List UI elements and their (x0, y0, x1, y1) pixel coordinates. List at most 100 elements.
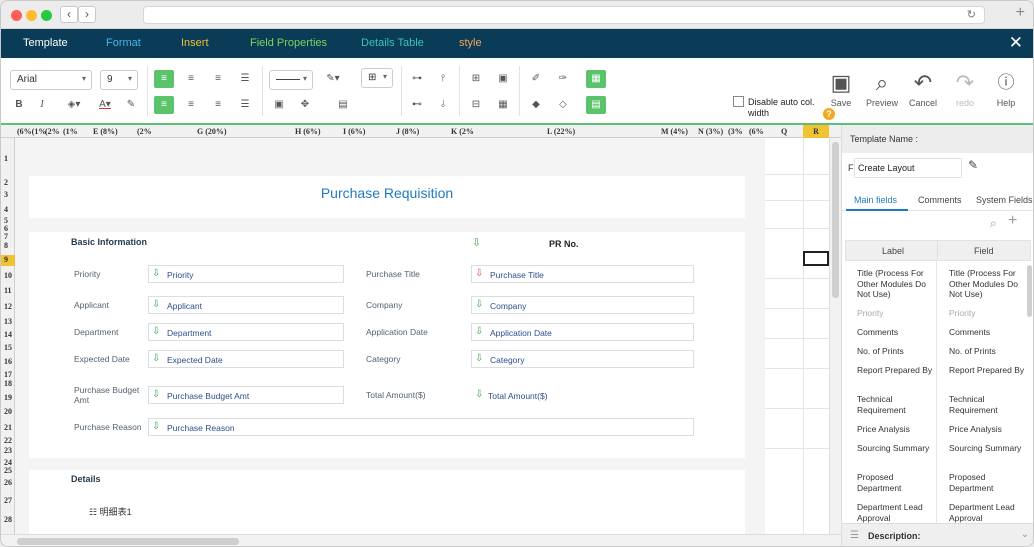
table-layout-button[interactable]: ▤ (586, 96, 606, 114)
address-bar[interactable]: ↻ (143, 6, 985, 24)
vertical-scrollbar[interactable] (829, 138, 841, 534)
close-window-button[interactable] (11, 10, 22, 21)
insert-row-icon[interactable]: ⊞ (466, 70, 486, 88)
italic-button[interactable]: I (32, 96, 52, 114)
application-date-field[interactable]: ⇩ Application Date (471, 323, 694, 341)
redo-button[interactable]: ↷ redo (945, 70, 985, 108)
tab-comments[interactable]: Comments (918, 195, 962, 205)
expected-date-field[interactable]: ⇩ Expected Date (148, 350, 344, 368)
form-canvas[interactable]: Purchase Requisition Basic Information ⇩… (15, 138, 829, 534)
row-number[interactable]: 20 (4, 407, 12, 416)
category-label[interactable]: Category (366, 354, 401, 364)
row-number[interactable]: 4 (4, 205, 8, 214)
tab-main-fields[interactable]: Main fields (854, 195, 897, 205)
layout-name-input[interactable]: Create Layout (854, 158, 962, 178)
preview-button[interactable]: ⌕ Preview (862, 70, 902, 108)
row-number[interactable]: 3 (4, 190, 8, 199)
bold-button[interactable]: B (9, 96, 29, 114)
row-number[interactable]: 2 (4, 178, 8, 187)
table-icon[interactable]: ▤ (333, 96, 353, 114)
col-header[interactable]: N (3%) (698, 127, 723, 136)
row-number[interactable]: 25 (4, 466, 12, 475)
total-amount-label[interactable]: Total Amount($) (366, 390, 426, 400)
details-table-item[interactable]: ☷ 明细表1 (89, 505, 132, 518)
menu-format[interactable]: Format (106, 37, 141, 49)
pr-no-label[interactable]: PR No. (549, 239, 579, 249)
row-number[interactable]: 15 (4, 343, 12, 352)
row-number[interactable]: 14 (4, 330, 12, 339)
tab-system-fields[interactable]: System Fields (976, 195, 1033, 205)
row-number[interactable]: 12 (4, 302, 12, 311)
align-left-button[interactable]: ≡ (154, 96, 174, 114)
basic-info-title[interactable]: Basic Information (71, 237, 147, 247)
row-number[interactable]: 1 (4, 154, 8, 163)
back-button[interactable]: ‹ (60, 6, 78, 23)
clear-format-icon[interactable]: ◇ (553, 96, 573, 114)
row-number[interactable]: 16 (4, 357, 12, 366)
purchase-title-label[interactable]: Purchase Title (366, 269, 420, 279)
help-button[interactable]: ⓘ Help (986, 70, 1026, 108)
col-header[interactable]: (6% (749, 127, 764, 136)
font-color-button[interactable]: A▾ (93, 96, 117, 114)
budget-label[interactable]: Purchase Budget Amt (74, 385, 146, 405)
border-color-button[interactable]: ✎▾ (321, 70, 345, 88)
brush-icon[interactable]: ✑ (553, 70, 573, 88)
col-header[interactable]: M (4%) (661, 127, 688, 136)
justify-button[interactable]: ☰ (235, 96, 255, 114)
priority-label[interactable]: Priority (74, 269, 100, 279)
row-number[interactable]: 8 (4, 241, 8, 250)
row-number-selected[interactable]: 9 (1, 255, 15, 266)
details-title[interactable]: Details (71, 474, 101, 484)
add-icon[interactable]: + (1008, 212, 1017, 230)
reason-label[interactable]: Purchase Reason (74, 422, 142, 432)
font-family-select[interactable]: Arial ▾ (10, 70, 92, 90)
reload-icon[interactable]: ↻ (967, 8, 976, 21)
edit-icon[interactable]: ✎ (968, 158, 978, 172)
align-bottom-button[interactable]: ≡ (208, 70, 228, 88)
reason-field[interactable]: ⇩ Purchase Reason (148, 418, 694, 436)
insert-column-icon[interactable]: ⫯ (433, 70, 453, 88)
row-number[interactable]: 18 (4, 379, 12, 388)
panel-scrollbar[interactable] (1027, 265, 1032, 317)
move-icon[interactable]: ✥ (295, 96, 315, 114)
image-icon[interactable]: ▦ (493, 96, 513, 114)
row-number[interactable]: 26 (4, 478, 12, 487)
line-style-select[interactable]: ▾ (269, 70, 313, 90)
total-amount-field[interactable]: ⇩ Total Amount($) (471, 386, 694, 404)
menu-field-properties[interactable]: Field Properties (250, 37, 327, 49)
purchase-title-field[interactable]: ⇩ Purchase Title (471, 265, 694, 283)
col-header[interactable]: (2% (45, 127, 60, 136)
format-painter-icon[interactable]: ✎ (121, 96, 141, 114)
col-header[interactable]: (3% (728, 127, 743, 136)
selected-cell[interactable] (803, 251, 829, 266)
col-header[interactable]: H (6%) (295, 127, 321, 136)
row-number[interactable]: 11 (4, 286, 12, 295)
chevron-down-icon[interactable]: ⌄ (1021, 529, 1029, 540)
col-header[interactable]: Q (781, 127, 787, 136)
department-field[interactable]: ⇩ Department (148, 323, 344, 341)
font-size-select[interactable]: 9 ▾ (100, 70, 138, 90)
close-icon[interactable]: ✕ (1009, 33, 1023, 53)
company-label[interactable]: Company (366, 300, 402, 310)
menu-style[interactable]: style (459, 37, 482, 49)
row-number[interactable]: 17 (4, 370, 12, 379)
new-tab-icon[interactable]: + (1016, 4, 1025, 22)
merge-cells-icon[interactable]: ⊷ (407, 96, 427, 114)
align-right-button[interactable]: ≡ (208, 96, 228, 114)
insert-image-icon[interactable]: ▣ (493, 70, 513, 88)
help-badge-icon[interactable]: ? (823, 108, 835, 120)
row-number[interactable]: 13 (4, 317, 12, 326)
row-number[interactable]: 7 (4, 232, 8, 241)
align-top-button[interactable]: ≡ (154, 70, 174, 88)
delete-column-icon[interactable]: ⫰ (433, 96, 453, 114)
row-number[interactable]: 10 (4, 271, 12, 280)
menu-insert[interactable]: Insert (181, 37, 209, 49)
col-header[interactable]: (2% (137, 127, 152, 136)
col-header-selected[interactable]: R (803, 125, 829, 138)
split-cells-icon[interactable]: ⊶ (407, 70, 427, 88)
row-number[interactable]: 19 (4, 393, 12, 402)
border-select[interactable]: ⊞ ▾ (361, 68, 393, 88)
row-number[interactable]: 21 (4, 423, 12, 432)
align-center-button[interactable]: ≡ (181, 96, 201, 114)
budget-field[interactable]: ⇩ Purchase Budget Amt (148, 386, 344, 404)
